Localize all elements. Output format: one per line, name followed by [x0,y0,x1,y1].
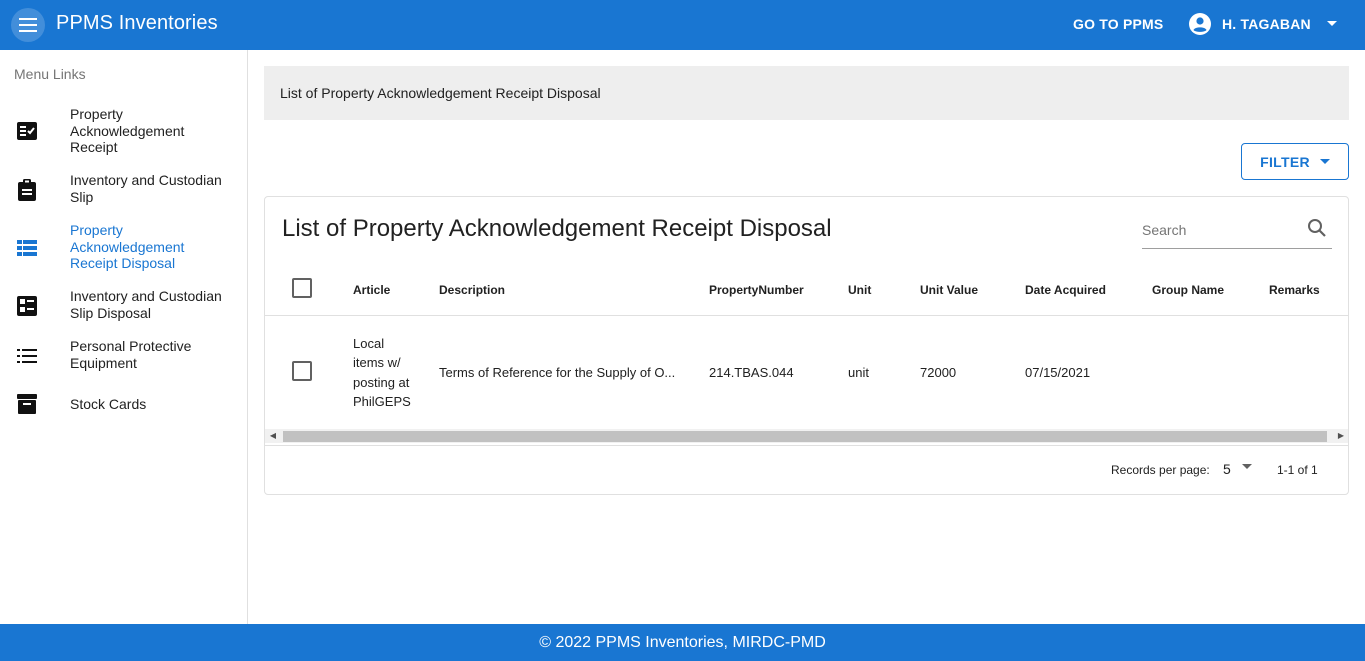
select-all-checkbox[interactable] [292,278,312,299]
sidebar-item-label: Property Acknowledgement Receipt [70,106,185,155]
sidebar-item-inventory-custodian-slip[interactable]: Inventory and Custodian Slip [0,172,247,208]
sidebar-item-label: Stock Cards [70,396,147,412]
filter-label: FILTER [1260,153,1310,170]
data-table-card: List of Property Acknowledgement Receipt… [264,196,1349,495]
app-bar: PPMS Inventories GO TO PPMS H. TAGABAN [0,0,1365,50]
sidebar-item-inventory-custodian-slip-disposal[interactable]: Inventory and Custodian Slip Disposal [0,288,247,324]
column-header-description[interactable]: Description [439,265,709,316]
page-range: 1-1 of 1 [1277,463,1318,477]
sidebar-item-label: Property Acknowledgement Receipt Disposa… [70,222,185,271]
sidebar-item-property-acknowledgement-receipt[interactable]: Property Acknowledgement Receipt [0,106,247,156]
cell-article: Local items w/ posting at PhilGEPS [353,315,439,430]
sidebar-item-property-acknowledgement-receipt-disposal[interactable]: Property Acknowledgement Receipt Disposa… [0,222,247,272]
cell-unit: unit [848,365,869,381]
cell-unit-value: 72000 [920,365,957,381]
row-checkbox[interactable] [292,361,312,382]
cell-description: Terms of Reference for the Supply of O..… [439,365,676,381]
cell-property-number: 214.TBAS.044 [709,365,794,381]
account-circle-icon [1189,13,1211,35]
scrollbar-thumb[interactable] [283,431,1327,442]
clipboard-icon [16,179,38,201]
go-to-ppms-button[interactable]: GO TO PPMS [1073,16,1163,32]
cell-date-acquired: 07/15/2021 [1025,365,1091,381]
cell-group-name [1152,315,1269,430]
app-title: PPMS Inventories [56,12,218,34]
horizontal-scrollbar[interactable]: ◀ ▶ [265,429,1348,443]
table-row[interactable]: Local items w/ posting at PhilGEPS Terms… [265,315,1348,430]
list-icon [16,345,38,367]
table-header-row: Article Description PropertyNumber Unit … [265,265,1348,316]
table-footer: Records per page: 5 1-1 of 1 [265,445,1348,494]
scroll-right-icon[interactable]: ▶ [1336,431,1346,441]
chevron-down-icon [1326,21,1337,26]
search-icon[interactable] [1307,218,1327,238]
card-title: List of Property Acknowledgement Receipt… [282,215,832,242]
article-text: Local items w/ posting at PhilGEPS [353,335,411,410]
filter-button[interactable]: FILTER [1241,143,1349,180]
dashboard-list-icon [16,295,38,317]
sidebar-item-personal-protective-equipment[interactable]: Personal Protective Equipment [0,338,247,374]
search-field [1142,211,1332,249]
row-select-cell [265,315,353,430]
column-header-unit-value[interactable]: Unit Value [920,265,1025,316]
sidebar-item-label: Personal Protective Equipment [70,338,192,371]
records-per-page-select[interactable]: 5 [1223,461,1231,477]
records-per-page-label: Records per page: [1111,463,1210,477]
page-footer: © 2022 PPMS Inventories, MIRDC-PMD [0,624,1365,661]
column-header-remarks[interactable]: Remarks [1269,265,1348,316]
column-header-date-acquired[interactable]: Date Acquired [1025,265,1152,316]
breadcrumb: List of Property Acknowledgement Receipt… [264,66,1349,120]
user-menu-button[interactable]: H. TAGABAN [1188,12,1337,36]
sidebar-item-stock-cards[interactable]: Stock Cards [0,394,247,414]
data-table: Article Description PropertyNumber Unit … [265,265,1348,430]
checklist-icon [16,120,38,142]
column-header-property-number[interactable]: PropertyNumber [709,265,848,316]
user-name: H. TAGABAN [1222,16,1311,32]
select-all-cell [265,265,353,316]
sidebar-item-label: Inventory and Custodian Slip Disposal [70,288,222,321]
sidebar-title: Menu Links [14,66,86,82]
scroll-left-icon[interactable]: ◀ [268,431,278,441]
search-input[interactable] [1142,219,1302,241]
breadcrumb-text: List of Property Acknowledgement Receipt… [280,85,601,101]
column-header-unit[interactable]: Unit [848,265,920,316]
sidebar: Menu Links Property Acknowledgement Rece… [0,50,248,624]
footer-text: © 2022 PPMS Inventories, MIRDC-PMD [539,633,826,651]
menu-button[interactable] [11,8,45,42]
chevron-down-icon [1319,158,1330,164]
column-header-group-name[interactable]: Group Name [1152,265,1269,316]
view-list-icon [16,237,38,259]
cell-remarks [1269,315,1348,430]
archive-icon [16,393,38,415]
sidebar-item-label: Inventory and Custodian Slip [70,172,222,205]
column-header-article[interactable]: Article [353,265,439,316]
chevron-down-icon[interactable] [1242,464,1252,470]
hamburger-icon [19,18,37,32]
